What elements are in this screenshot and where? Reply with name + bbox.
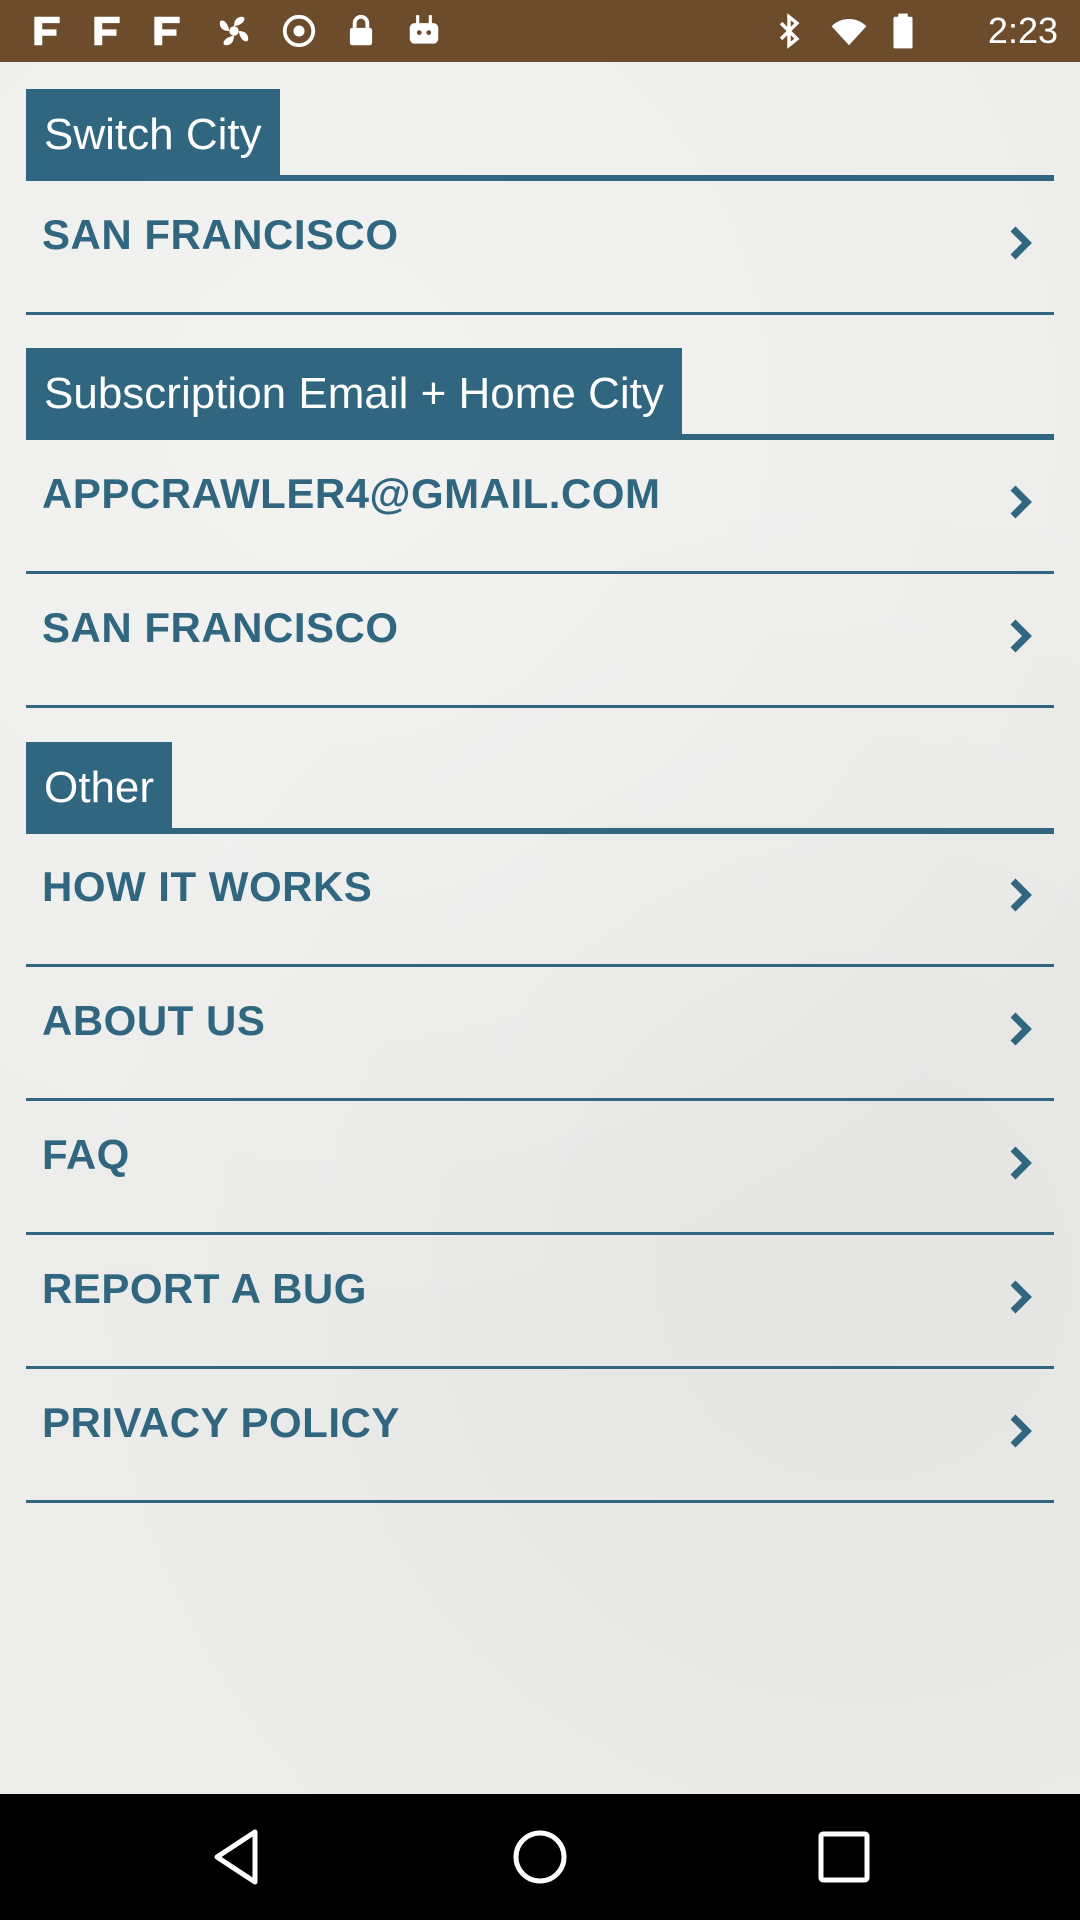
sync-icon	[282, 14, 316, 48]
home-icon[interactable]	[507, 1824, 573, 1890]
chevron-right-icon	[1010, 485, 1032, 519]
row-label: ABOUT US	[42, 997, 266, 1044]
chevron-right-icon	[1010, 619, 1032, 653]
notification-icon	[34, 16, 60, 46]
faq-row[interactable]: FAQ	[26, 1101, 1054, 1235]
clock: 2:23	[987, 10, 1058, 51]
recents-icon[interactable]	[811, 1824, 877, 1890]
how-it-works-row[interactable]: HOW IT WORKS	[26, 833, 1054, 967]
battery-icon	[893, 13, 913, 49]
chevron-right-icon	[1010, 1012, 1032, 1046]
fan-icon	[219, 16, 249, 46]
bluetooth-icon	[779, 13, 800, 49]
section-title: Subscription Email + Home City	[26, 348, 682, 440]
settings-screen: Switch City SAN FRANCISCO Subscription E…	[0, 62, 1080, 1794]
section-title: Switch City	[26, 89, 280, 181]
row-label: FAQ	[42, 1131, 130, 1178]
chevron-right-icon	[1010, 1414, 1032, 1448]
notification-icon	[154, 16, 180, 46]
about-us-row[interactable]: ABOUT US	[26, 967, 1054, 1101]
report-a-bug-row[interactable]: REPORT A BUG	[26, 1235, 1054, 1369]
section-header-other: Other	[26, 742, 1054, 834]
section-title: Other	[26, 742, 173, 834]
section-header-switch-city: Switch City	[26, 89, 1054, 181]
lock-icon	[349, 14, 373, 46]
privacy-policy-row[interactable]: PRIVACY POLICY	[26, 1369, 1054, 1503]
chevron-right-icon	[1010, 226, 1032, 260]
section-header-subscription: Subscription Email + Home City	[26, 348, 1054, 440]
row-label: HOW IT WORKS	[42, 863, 373, 910]
row-label: REPORT A BUG	[42, 1265, 367, 1312]
wifi-icon	[831, 18, 867, 46]
row-label: APPCRAWLER4@GMAIL.COM	[42, 470, 661, 517]
switch-city-row[interactable]: SAN FRANCISCO	[26, 181, 1054, 315]
chevron-right-icon	[1010, 1280, 1032, 1314]
robot-icon	[409, 15, 439, 44]
notification-icon	[94, 16, 120, 46]
chevron-right-icon	[1010, 878, 1032, 912]
status-bar: 2:23	[0, 0, 1080, 62]
row-label: SAN FRANCISCO	[42, 604, 399, 651]
row-label: PRIVACY POLICY	[42, 1399, 400, 1446]
back-icon[interactable]	[205, 1824, 271, 1890]
subscription-email-row[interactable]: APPCRAWLER4@GMAIL.COM	[26, 440, 1054, 574]
navigation-bar	[0, 1794, 1080, 1920]
chevron-right-icon	[1010, 1146, 1032, 1180]
home-city-row[interactable]: SAN FRANCISCO	[26, 574, 1054, 708]
row-label: SAN FRANCISCO	[42, 211, 399, 258]
